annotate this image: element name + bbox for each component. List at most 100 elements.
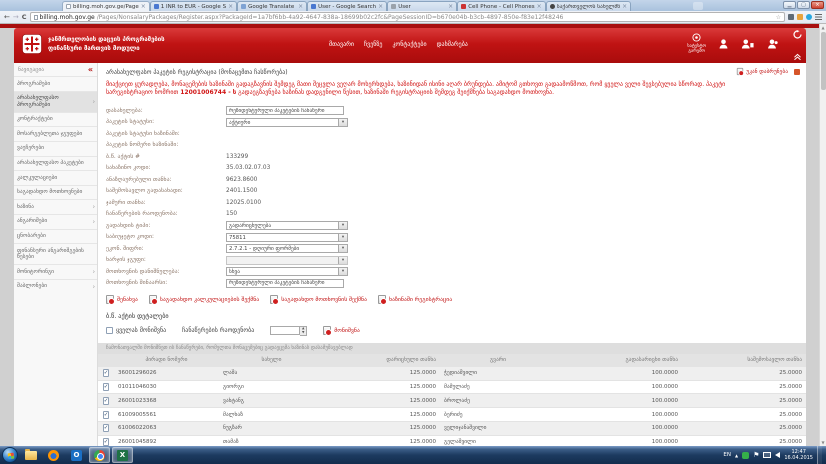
cell-last-name: ბერიძე — [440, 408, 556, 422]
back-link[interactable]: უკან დაბრუნება — [736, 67, 800, 76]
browser-tab[interactable]: საქართველოს სახელმწ × — [546, 1, 631, 11]
sidebar-item[interactable]: მონიტორინგი › — [14, 264, 97, 279]
sidebar-item[interactable]: ცნობარები — [14, 229, 97, 244]
browser-tab[interactable]: User × — [387, 1, 457, 11]
sidebar-collapse-icon[interactable]: « — [88, 66, 93, 73]
text-field[interactable] — [226, 279, 344, 288]
browser-tab[interactable]: User - Google Search × — [307, 1, 387, 11]
chevron-down-icon: ▾ — [338, 119, 347, 126]
taskbar-firefox-button[interactable] — [43, 447, 64, 463]
network-icon[interactable] — [763, 452, 771, 458]
test-environment-icon[interactable]: სატესტო გარემო — [687, 33, 706, 55]
panel-corner-icon[interactable] — [794, 69, 800, 75]
select-field[interactable]: აქტიური ▾ — [226, 118, 348, 127]
tab-close-icon[interactable]: × — [141, 4, 146, 10]
chrome-menu-icon[interactable] — [815, 14, 822, 20]
back-arrow-icon[interactable]: ← — [4, 13, 10, 22]
mark-button[interactable]: მონიშვნა — [323, 326, 360, 335]
user-icon[interactable] — [718, 38, 729, 49]
taskbar-outlook-button[interactable]: O — [66, 447, 87, 463]
tab-close-icon[interactable]: × — [228, 4, 233, 10]
tab-close-icon[interactable]: × — [622, 4, 627, 10]
reload-icon[interactable]: C — [22, 13, 27, 21]
minimize-button[interactable]: ▁ — [783, 1, 796, 9]
tab-close-icon[interactable]: × — [537, 4, 542, 10]
address-bar[interactable]: billing.moh.gov.ge /Pages/NonsalaryPacka… — [30, 12, 785, 22]
antivirus-icon[interactable] — [742, 452, 749, 459]
form-row: გადახდის ტიპი: გადარიცხულება ▾ — [106, 221, 798, 231]
sidebar-item[interactable]: ანგარიშები › — [14, 214, 97, 229]
select-field[interactable]: გადარიცხულება ▾ — [226, 221, 348, 230]
orange-extension-icon[interactable] — [797, 14, 803, 20]
taskbar-excel-button[interactable]: X — [112, 447, 133, 463]
tab-close-icon[interactable]: × — [448, 4, 453, 10]
sidebar-item[interactable]: არასახელფასო პროგრამები › — [14, 91, 97, 112]
user-group-icon[interactable] — [766, 38, 778, 49]
language-indicator[interactable]: EN — [723, 452, 731, 458]
forward-arrow-icon[interactable]: → — [13, 13, 19, 22]
taskbar-clock[interactable]: 12:47 16.04.2015 — [784, 449, 813, 461]
sidebar-item[interactable]: ხაზინა › — [14, 199, 97, 214]
blue-extension-icon[interactable] — [806, 14, 812, 20]
row-checkbox[interactable]: ✓ — [103, 438, 110, 446]
action-center-flag-icon[interactable]: ⚑ — [753, 452, 759, 459]
select-field[interactable]: სხვა ▾ — [226, 267, 348, 276]
taskbar-chrome-button[interactable] — [89, 447, 110, 463]
browser-tab[interactable]: billing.moh.gov.ge/Page × — [62, 1, 150, 11]
user-list-icon[interactable] — [741, 38, 754, 49]
site-nav-link[interactable]: დახმარება — [437, 41, 468, 48]
count-input[interactable] — [270, 326, 300, 335]
row-checkbox[interactable]: ✓ — [103, 424, 110, 432]
maximize-button[interactable]: ▢ — [797, 1, 810, 9]
cell-transfer-amount: 100.0000 — [556, 394, 682, 408]
site-nav-link[interactable]: კონტაქტები — [392, 41, 426, 48]
tab-close-icon[interactable]: × — [298, 4, 303, 10]
sidebar-item[interactable]: კალკულაციები — [14, 170, 97, 185]
text-field[interactable] — [226, 106, 344, 115]
send-extension-icon[interactable] — [788, 14, 794, 20]
stepper-arrows-icon[interactable]: ▲▼ — [300, 326, 307, 336]
scroll-down-icon[interactable]: ▼ — [820, 439, 826, 446]
select-field[interactable]: 75811 ▾ — [226, 233, 348, 242]
sidebar-item[interactable]: ფინანსური ანგარიშგების წესები — [14, 243, 97, 264]
cell-personal-number: 61009005561 — [114, 408, 219, 422]
collapse-chevron-icon[interactable] — [793, 53, 802, 61]
tab-close-icon[interactable]: × — [378, 4, 383, 10]
show-desktop-button[interactable] — [817, 446, 822, 464]
sidebar-item[interactable]: ვაუჩერები — [14, 141, 97, 156]
select-field[interactable]: 2.7.2.1 - დღიური ფორმები ▾ — [226, 244, 348, 253]
row-checkbox[interactable]: ✓ — [103, 383, 110, 391]
sidebar-item[interactable]: შაბლონები › — [14, 279, 97, 294]
main-panel: უკან დაბრუნება არასახელფასო პაკეტის რეგი… — [98, 63, 806, 446]
scrollbar-thumb[interactable] — [821, 32, 826, 90]
browser-tab[interactable]: Cell Phone - Cell Phones × — [457, 1, 546, 11]
select-all-checkbox[interactable] — [106, 327, 113, 334]
new-tab-button[interactable] — [693, 2, 703, 10]
action-button[interactable]: ხაზინაში რეგისტრაცია — [378, 295, 452, 304]
row-checkbox[interactable]: ✓ — [103, 397, 110, 405]
browser-tab[interactable]: 1 INR to EUR - Google S × — [150, 1, 237, 11]
row-checkbox[interactable]: ✓ — [103, 411, 110, 419]
action-button[interactable]: შენახვა — [106, 295, 138, 304]
action-button[interactable]: საგადახდო მოთხოვნის შექმნა — [270, 295, 367, 304]
action-button[interactable]: საგადახდო კალკულაციების შექმნა — [149, 295, 259, 304]
browser-tab[interactable]: Google Translate × — [237, 1, 307, 11]
sidebar-item[interactable]: პროგრამები — [14, 76, 97, 91]
site-nav-link[interactable]: მთავარი — [329, 41, 354, 48]
sidebar-item[interactable]: არასახელფასო პაკეტები — [14, 156, 97, 171]
sidebar-item[interactable]: საგადახდო მოთხოვნები — [14, 185, 97, 200]
row-checkbox[interactable]: ✓ — [103, 369, 110, 377]
volume-icon[interactable] — [775, 452, 780, 458]
sidebar-item[interactable]: მოსარგებლეთა ჯგუფები — [14, 126, 97, 141]
close-button[interactable]: × — [811, 1, 824, 9]
scroll-up-icon[interactable]: ▲ — [820, 24, 826, 31]
hidden-icons-arrow[interactable]: ▲ — [735, 453, 738, 458]
page-scrollbar[interactable]: ▲ ▼ — [819, 24, 826, 446]
start-button[interactable] — [2, 447, 18, 463]
site-nav-link[interactable]: ჩვენზე — [364, 41, 382, 48]
bookmark-star-icon[interactable]: ☆ — [776, 14, 781, 21]
cell-transfer-amount: 100.0000 — [556, 367, 682, 380]
taskbar-explorer-button[interactable] — [20, 447, 41, 463]
refresh-icon[interactable] — [793, 30, 802, 39]
sidebar-item[interactable]: კონტრაქტები — [14, 112, 97, 127]
